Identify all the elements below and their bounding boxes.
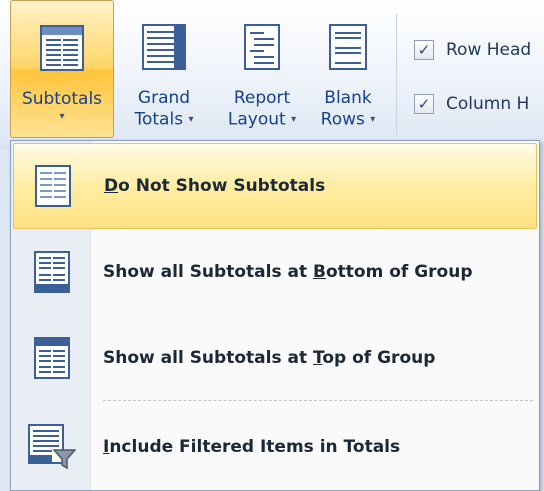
- check-mark-icon: ✓: [417, 94, 431, 113]
- subtotals-label: Subtotals: [21, 89, 103, 109]
- grand-totals-icon: [138, 20, 190, 74]
- menu-item-subtotals-bottom-of-group[interactable]: Show all Subtotals at Bottom of Group: [13, 229, 537, 315]
- subtotals-bottom-icon: [13, 229, 91, 315]
- ribbon-group-separator: [396, 14, 397, 134]
- grand-totals-label: Grand Totals ▾: [134, 88, 194, 130]
- blank-rows-label: Blank Rows ▾: [320, 88, 376, 130]
- ribbon: Subtotals ▾ Grand Totals ▾ Report Layout…: [0, 0, 544, 150]
- chevron-down-icon: ▾: [59, 111, 65, 122]
- subtotals-icon: [36, 21, 88, 75]
- menu-item-label: Include Filtered Items in Totals: [103, 437, 401, 457]
- chevron-down-icon: ▾: [291, 114, 297, 125]
- chevron-down-icon: ▾: [370, 114, 376, 125]
- menu-item-do-not-show-subtotals[interactable]: Do Not Show Subtotals: [13, 143, 537, 229]
- chevron-down-icon: ▾: [188, 114, 194, 125]
- menu-separator: [103, 400, 533, 401]
- menu-item-include-filtered-items[interactable]: Include Filtered Items in Totals: [13, 404, 537, 490]
- row-headers-label: Row Head: [446, 40, 532, 60]
- check-mark-icon: ✓: [417, 40, 431, 59]
- no-subtotals-icon: [14, 143, 92, 229]
- column-headers-label: Column H: [446, 94, 530, 114]
- report-layout-label: Report Layout ▾: [227, 88, 297, 130]
- report-layout-button[interactable]: Report Layout ▾: [218, 0, 306, 138]
- subtotals-button[interactable]: Subtotals ▾: [10, 0, 114, 138]
- column-headers-option[interactable]: ✓ Column H: [414, 90, 529, 118]
- menu-item-subtotals-top-of-group[interactable]: Show all Subtotals at Top of Group: [13, 315, 537, 401]
- subtotals-dropdown-menu: Do Not Show Subtotals Show all Subtotals…: [10, 140, 540, 491]
- report-layout-icon: [236, 20, 288, 74]
- blank-rows-icon: [322, 20, 374, 74]
- blank-rows-button[interactable]: Blank Rows ▾: [308, 0, 388, 138]
- row-headers-option[interactable]: ✓ Row Head: [414, 36, 531, 64]
- menu-item-label: Show all Subtotals at Bottom of Group: [103, 262, 473, 282]
- menu-item-label: Show all Subtotals at Top of Group: [103, 348, 436, 368]
- column-headers-checkbox[interactable]: ✓: [414, 94, 434, 114]
- grand-totals-button[interactable]: Grand Totals ▾: [116, 0, 212, 138]
- row-headers-checkbox[interactable]: ✓: [414, 40, 434, 60]
- menu-item-label: Do Not Show Subtotals: [104, 176, 326, 196]
- filtered-items-icon: [13, 404, 91, 490]
- subtotals-top-icon: [13, 315, 91, 401]
